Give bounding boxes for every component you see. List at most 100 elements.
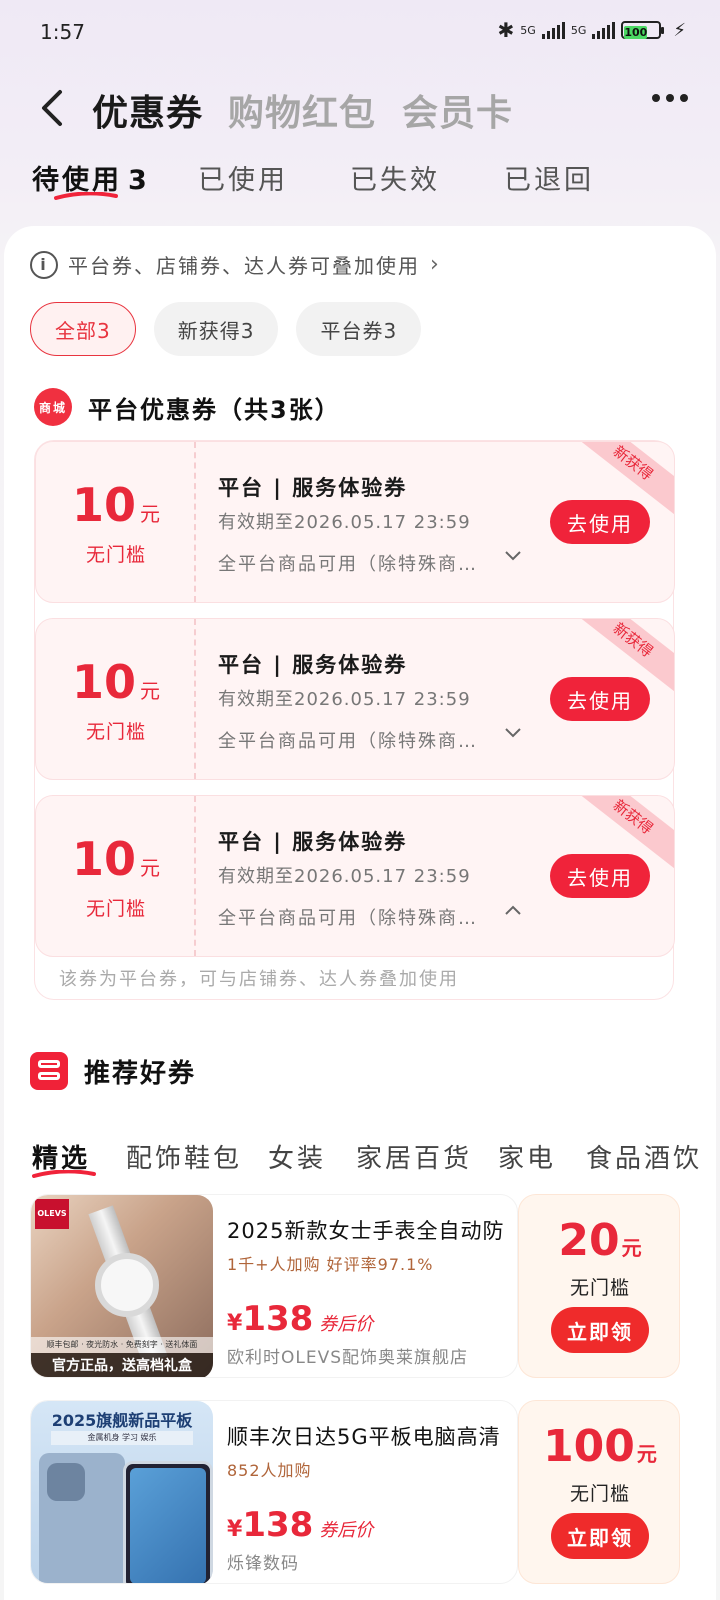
tab-red-packets[interactable]: 购物红包 <box>228 84 376 136</box>
mall-icon: 商城 <box>34 388 72 426</box>
coupon-amount-unit: 元 <box>140 679 160 703</box>
price-symbol: ¥ <box>227 1311 243 1336</box>
recommend-icon <box>30 1052 68 1090</box>
voucher-amount: 100 元 <box>519 1421 681 1472</box>
shop-name[interactable]: 烁锋数码 <box>227 1549 299 1574</box>
tab-expired[interactable]: 已失效 <box>350 158 440 197</box>
price-value: 138 <box>242 1505 314 1545</box>
category-home[interactable]: 家居百货 <box>356 1138 472 1175</box>
tablet-front-graphic <box>123 1461 213 1583</box>
filter-platform[interactable]: 平台券3 <box>296 302 422 356</box>
price-symbol: ¥ <box>227 1517 243 1542</box>
filter-new[interactable]: 新获得3 <box>153 302 279 356</box>
coupon-condition: 无门槛 <box>85 721 146 743</box>
chevron-up-icon[interactable] <box>504 900 522 921</box>
category-womens[interactable]: 女装 <box>268 1138 326 1175</box>
coupon-stacking-note: 该券为平台券，可与店铺券、达人券叠加使用 <box>59 969 459 990</box>
watch-face-graphic <box>95 1253 159 1317</box>
camera-module-graphic <box>47 1463 85 1501</box>
tab-coupons[interactable]: 优惠券 <box>92 84 203 136</box>
voucher-card: 100 元 无门槛 立即领 <box>518 1400 680 1584</box>
coupon-condition: 无门槛 <box>85 898 146 920</box>
voucher-amount-unit: 元 <box>636 1442 657 1466</box>
coupon-scope: 全平台商品可用（除特殊商… <box>218 554 478 575</box>
image-subtitle: 金属机身 学习 娱乐 <box>51 1431 193 1445</box>
back-button[interactable] <box>34 86 70 130</box>
network-label-2: 5G <box>570 23 587 37</box>
coupon-scope: 全平台商品可用（除特殊商… <box>218 908 478 929</box>
tip-text: 平台券、店铺券、达人券可叠加使用 <box>68 254 420 278</box>
active-category-underline <box>32 1170 96 1178</box>
use-coupon-button[interactable]: 去使用 <box>550 854 650 898</box>
price-note: 券后价 <box>319 1314 374 1335</box>
claim-button[interactable]: 立即领 <box>551 1307 649 1353</box>
price-value: 138 <box>242 1299 314 1339</box>
product-title[interactable]: 2025新款女士手表全自动防 <box>227 1215 511 1245</box>
use-coupon-button[interactable]: 去使用 <box>550 677 650 721</box>
product-card[interactable]: OLEVS 顺丰包邮 · 夜光防水 · 免费刻字 · 送礼体面 官方正品，送高档… <box>30 1194 518 1378</box>
coupon-expiry: 有效期至2026.05.17 23:59 <box>218 689 471 710</box>
voucher-amount: 20 元 <box>519 1215 681 1266</box>
section-header: 商城 平台优惠券（共3张） <box>34 388 341 426</box>
coupon-name: 平台 | 服务体验券 <box>218 476 408 500</box>
tab-used[interactable]: 已使用 <box>198 158 288 197</box>
coupon-scope: 全平台商品可用（除特殊商… <box>218 731 478 752</box>
more-icon[interactable] <box>652 94 688 102</box>
shop-name[interactable]: 欧利时OLEVS配饰奥莱旗舰店 <box>227 1343 468 1368</box>
product-item[interactable]: OLEVS 顺丰包邮 · 夜光防水 · 免费刻字 · 送礼体面 官方正品，送高档… <box>30 1194 680 1378</box>
voucher-amount-number: 100 <box>543 1421 635 1472</box>
category-accessories[interactable]: 配饰鞋包 <box>126 1138 242 1175</box>
signal-icon <box>541 21 565 39</box>
price-note: 券后价 <box>319 1520 374 1541</box>
use-coupon-button[interactable]: 去使用 <box>550 500 650 544</box>
coupon-expiry: 有效期至2026.05.17 23:59 <box>218 866 471 887</box>
recommend-header: 推荐好券 <box>30 1052 196 1090</box>
product-price: ¥138 券后价 <box>227 1299 373 1339</box>
brand-logo: OLEVS <box>35 1199 69 1229</box>
coupon-amount: 10 元 <box>36 832 196 886</box>
product-card[interactable]: 2025旗舰新品平板 金属机身 学习 娱乐 顺丰次日达5G平板电脑高清 852人… <box>30 1400 518 1584</box>
voucher-amount-number: 20 <box>558 1215 620 1266</box>
product-title[interactable]: 顺丰次日达5G平板电脑高清 <box>227 1421 511 1451</box>
status-bar: 1:57 ✱ 5G 5G 100 ⚡ <box>0 0 720 64</box>
category-appliances[interactable]: 家电 <box>498 1138 556 1175</box>
product-item[interactable]: 2025旗舰新品平板 金属机身 学习 娱乐 顺丰次日达5G平板电脑高清 852人… <box>30 1400 680 1584</box>
coupon-amount-number: 10 <box>71 655 136 709</box>
coupon-status-tabs: 待使用 3 已使用 已失效 已退回 <box>0 154 720 204</box>
chevron-down-icon[interactable] <box>504 723 522 744</box>
claim-button[interactable]: 立即领 <box>551 1513 649 1559</box>
network-label-1: 5G <box>520 23 536 37</box>
active-tab-underline <box>54 192 118 200</box>
voucher-card: 20 元 无门槛 立即领 <box>518 1194 680 1378</box>
product-image[interactable]: OLEVS 顺丰包邮 · 夜光防水 · 免费刻字 · 送礼体面 官方正品，送高档… <box>31 1195 213 1377</box>
coupon-card: 10 元 无门槛 平台 | 服务体验券 有效期至2026.05.17 23:59 … <box>35 795 675 957</box>
chevron-right-icon: › <box>430 252 441 277</box>
chevron-down-icon[interactable] <box>504 546 522 567</box>
voucher-condition: 无门槛 <box>569 1277 630 1299</box>
battery-level: 100 <box>624 26 648 39</box>
coupon-amount: 10 元 <box>36 478 196 532</box>
tab-unused-count: 3 <box>128 165 150 196</box>
battery-icon: 100 <box>621 21 665 39</box>
filter-chips: 全部3 新获得3 平台券3 <box>30 302 422 356</box>
coupon-amount-unit: 元 <box>140 856 160 880</box>
image-banner: 官方正品，送高档礼盒 <box>31 1353 213 1377</box>
category-food[interactable]: 食品酒饮 <box>586 1138 702 1175</box>
platform-coupon-group: 10 元 无门槛 平台 | 服务体验券 有效期至2026.05.17 23:59 … <box>34 440 675 1000</box>
product-sales: 852人加购 <box>227 1461 312 1480</box>
coupon-amount-number: 10 <box>71 832 136 886</box>
coupon-condition: 无门槛 <box>85 544 146 566</box>
tab-member-cards[interactable]: 会员卡 <box>402 84 513 136</box>
image-headline: 2025旗舰新品平板 <box>51 1411 193 1430</box>
coupon-amount-number: 10 <box>71 478 136 532</box>
header: 优惠券 购物红包 会员卡 <box>0 80 720 136</box>
product-sales: 1千+人加购 好评率97.1% <box>227 1255 434 1274</box>
coupon-name: 平台 | 服务体验券 <box>218 830 408 854</box>
coupon-amount: 10 元 <box>36 655 196 709</box>
tab-returned[interactable]: 已退回 <box>504 158 594 197</box>
filter-all[interactable]: 全部3 <box>30 302 136 356</box>
stacking-tip[interactable]: i 平台券、店铺券、达人券可叠加使用 › <box>30 250 441 279</box>
status-icons: ✱ 5G 5G 100 ⚡ <box>498 18 686 42</box>
product-image[interactable]: 2025旗舰新品平板 金属机身 学习 娱乐 <box>31 1401 213 1583</box>
voucher-condition: 无门槛 <box>569 1483 630 1505</box>
